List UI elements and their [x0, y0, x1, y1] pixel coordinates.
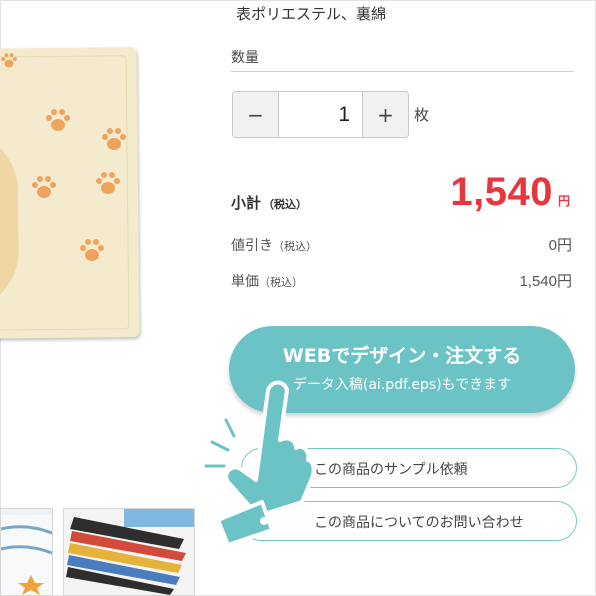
quantity-label: 数量 — [231, 50, 259, 66]
subtotal-label-text: 小計 — [231, 194, 262, 212]
thumbnail-image — [64, 509, 194, 595]
subtotal-value: 1,540 — [450, 170, 553, 214]
increment-button[interactable]: + — [362, 92, 408, 137]
thumbnail-image — [1, 509, 52, 595]
subtotal-currency: 円 — [558, 194, 571, 208]
quantity-stepper: − 1 + — [232, 91, 409, 138]
unit-price-label-text: 単価 — [231, 274, 259, 290]
unit-price-label: 単価（税込） — [231, 271, 303, 291]
paw-print-icon — [102, 128, 126, 150]
product-material: 表ポリエステル、裏綿 — [236, 5, 387, 23]
quantity-input[interactable]: 1 — [279, 92, 362, 137]
quantity-divider — [231, 71, 574, 72]
pointing-hand-icon — [204, 380, 313, 545]
quantity-unit: 枚 — [414, 106, 430, 124]
paw-print-icon — [46, 109, 70, 131]
paw-print-icon — [32, 176, 56, 198]
product-thumbnail[interactable] — [63, 508, 195, 596]
paw-print-icon — [80, 239, 104, 261]
discount-tax-note: （税込） — [273, 240, 317, 253]
sample-request-label: この商品のサンプル依頼 — [314, 462, 468, 478]
paw-print-icon — [96, 172, 120, 194]
product-main-image[interactable] — [0, 0, 210, 350]
product-thumbnail[interactable] — [0, 508, 53, 596]
discount-label-text: 値引き — [231, 238, 273, 254]
subtotal-label: 小計 （税込） — [231, 192, 307, 213]
discount-label: 値引き（税込） — [231, 235, 317, 255]
unit-price-tax-note: （税込） — [259, 276, 303, 289]
subtotal-tax-note: （税込） — [263, 198, 308, 211]
paw-print-icon — [1, 53, 17, 68]
web-design-order-label: WEBでデザイン・注文する — [282, 345, 522, 367]
unit-price-value: 1,540円 — [519, 273, 572, 290]
decrement-button[interactable]: − — [233, 92, 279, 137]
discount-value: 0円 — [548, 237, 572, 254]
inquiry-label: この商品についてのお問い合わせ — [314, 515, 524, 531]
